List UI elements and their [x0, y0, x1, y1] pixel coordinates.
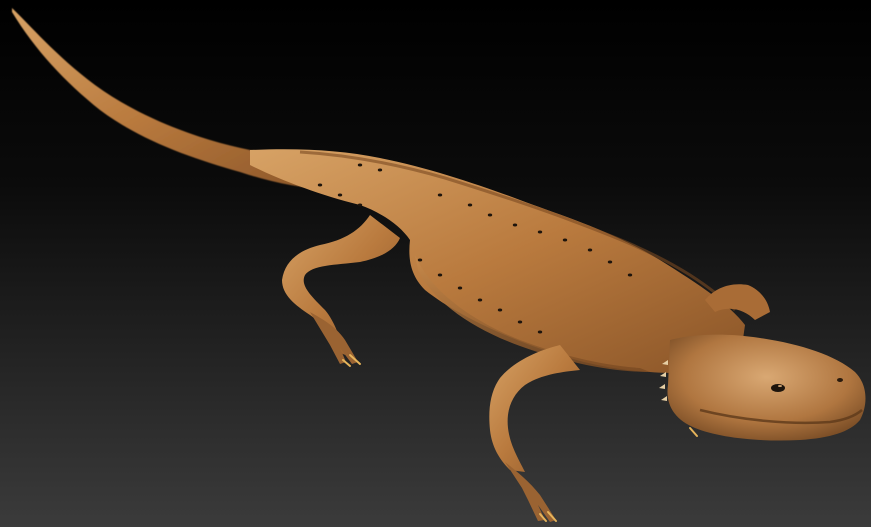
- skin-spot: [377, 168, 383, 172]
- skin-spot: [562, 238, 568, 242]
- skin-spot: [497, 308, 503, 312]
- skin-spot: [357, 203, 363, 207]
- skin-spot: [607, 260, 613, 264]
- skin-spot: [457, 286, 463, 290]
- render-viewport: [0, 0, 871, 527]
- skin-spot: [537, 330, 543, 334]
- skin-spot: [467, 203, 473, 207]
- skin-spot: [477, 298, 483, 302]
- skin-spot: [537, 230, 543, 234]
- skin-spot: [627, 273, 633, 277]
- skin-spot: [437, 273, 443, 277]
- skin-spot: [512, 223, 518, 227]
- skin-spot: [437, 193, 443, 197]
- lizard-eye: [771, 384, 785, 392]
- skin-spot: [317, 183, 323, 187]
- skin-spot: [587, 248, 593, 252]
- skin-spot: [487, 213, 493, 217]
- skin-spot: [357, 163, 363, 167]
- skin-spot: [517, 320, 523, 324]
- skin-spot: [337, 193, 343, 197]
- lizard-eye-highlight: [778, 385, 782, 387]
- lizard-nostril: [837, 378, 843, 382]
- lizard-model-render: [0, 0, 871, 527]
- skin-spot: [417, 258, 423, 262]
